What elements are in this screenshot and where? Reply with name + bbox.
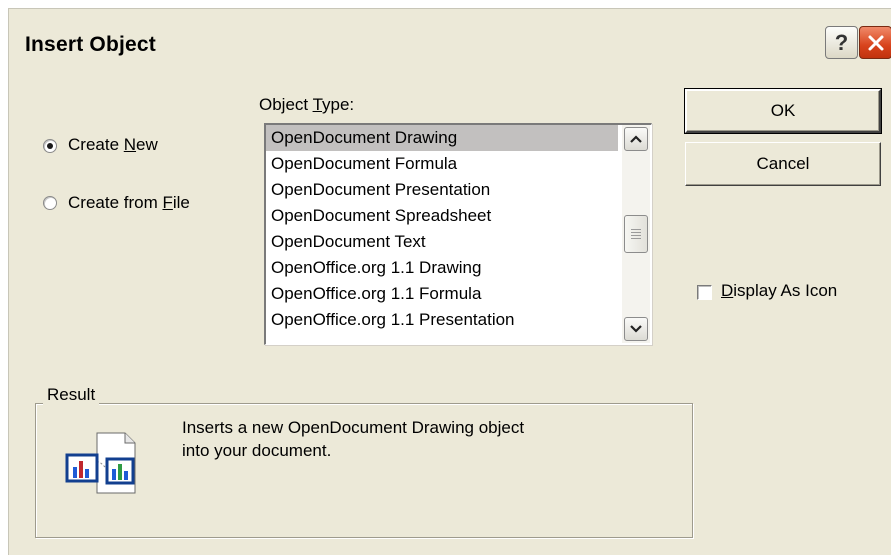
cancel-button[interactable]: Cancel [685,142,881,186]
title-bar: Insert Object ? [9,9,891,79]
listbox-scrollbar[interactable] [622,125,650,343]
create-from-file-label[interactable]: Create from File [68,193,190,213]
object-type-listbox[interactable]: OpenDocument Drawing OpenDocument Formula… [264,123,652,345]
object-type-item[interactable]: OpenDocument Presentation [266,177,618,203]
grip-icon [631,228,641,240]
chevron-up-icon [630,135,642,143]
result-line-1: Inserts a new OpenDocument Drawing objec… [182,418,525,437]
scroll-up-button[interactable] [624,127,648,151]
close-icon [868,35,883,50]
object-type-item[interactable]: OpenOffice.org 1.1 Drawing [266,255,618,281]
close-button[interactable] [859,26,891,59]
result-line-2: into your document. [182,441,332,460]
display-as-icon-label[interactable]: Display As Icon [721,281,837,301]
result-description: Inserts a new OpenDocument Drawing objec… [182,416,642,462]
object-type-item[interactable]: OpenOffice.org 1.1 Presentation [266,307,618,333]
object-type-label: Object Type: [259,95,355,114]
object-type-item[interactable]: OpenDocument Formula [266,151,618,177]
object-type-items: OpenDocument Drawing OpenDocument Formula… [266,125,618,333]
object-type-item[interactable]: OpenDocument Text [266,229,618,255]
scroll-down-button[interactable] [624,317,648,341]
insert-object-result-icon [65,432,136,494]
display-as-icon-checkbox[interactable] [697,285,712,300]
chevron-down-icon [630,325,642,333]
object-type-item[interactable]: OpenDocument Drawing [266,125,618,151]
object-type-item[interactable]: OpenDocument Spreadsheet [266,203,618,229]
result-group-label: Result [43,385,100,405]
object-type-item[interactable]: OpenOffice.org 1.1 Formula [266,281,618,307]
create-new-radio[interactable] [43,139,57,153]
help-icon: ? [834,29,849,55]
scroll-thumb[interactable] [624,215,648,253]
create-from-file-radio[interactable] [43,196,57,210]
create-new-label[interactable]: Create New [68,135,158,155]
dialog-title: Insert Object [25,33,156,56]
help-button[interactable]: ? [825,26,858,59]
insert-object-dialog: Insert Object ? Create New Create from F… [8,8,891,555]
ok-button[interactable]: OK [684,88,882,134]
